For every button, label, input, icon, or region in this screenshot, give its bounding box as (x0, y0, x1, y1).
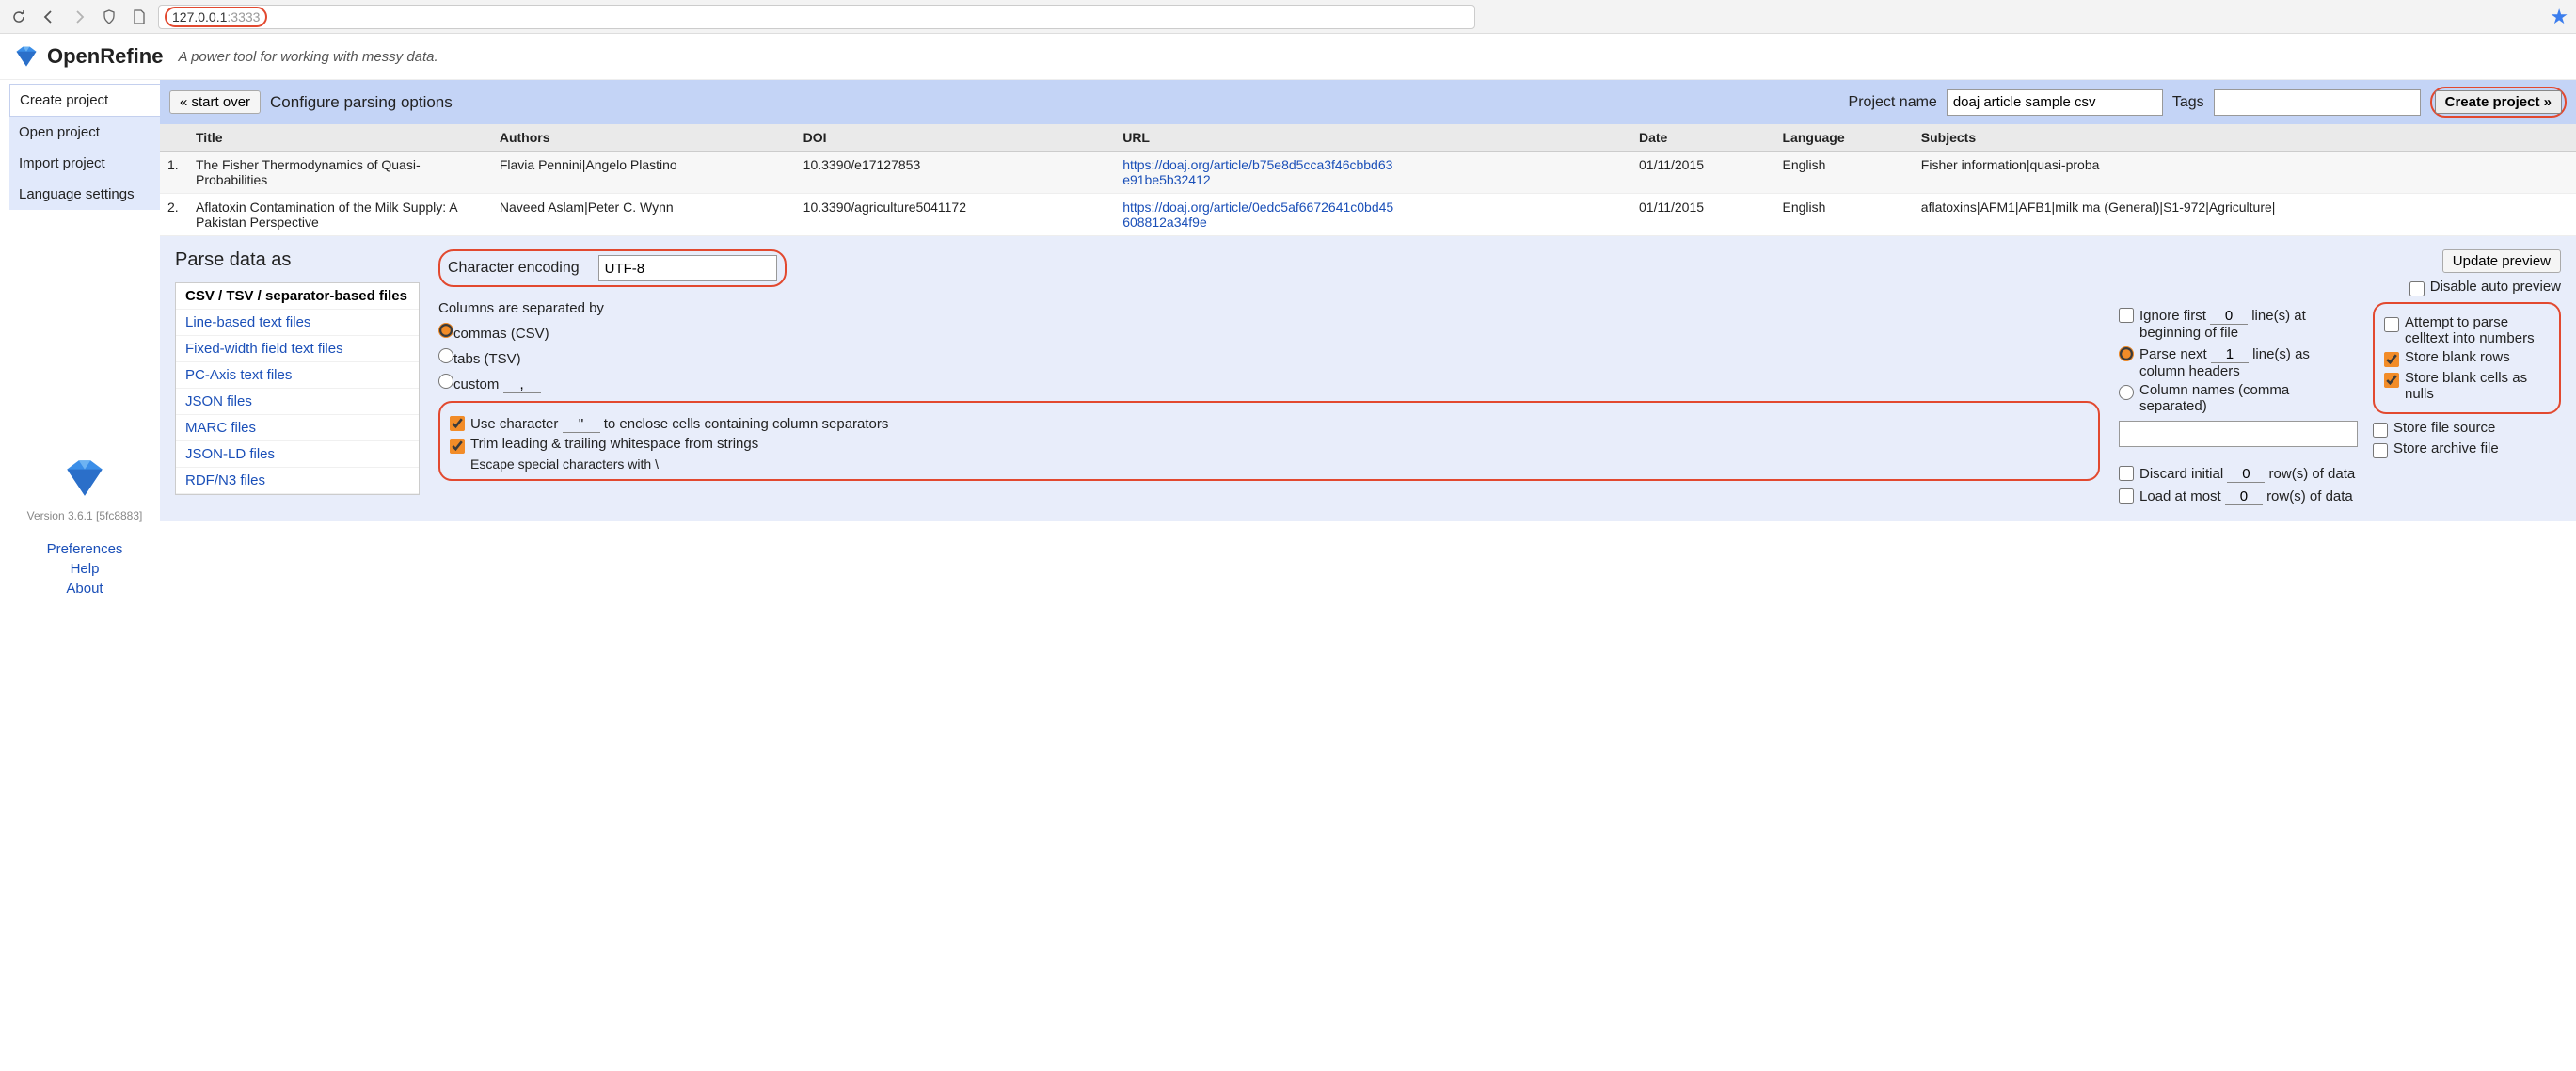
format-marc[interactable]: MARC files (176, 415, 419, 441)
format-list: CSV / TSV / separator-based files Line-b… (175, 282, 420, 495)
tags-input[interactable] (2214, 89, 2421, 116)
radio-tabs[interactable] (438, 348, 453, 363)
format-json[interactable]: JSON files (176, 389, 419, 415)
encoding-input[interactable] (598, 255, 777, 281)
link-about[interactable]: About (9, 581, 160, 597)
separator-label: Columns are separated by (438, 300, 2100, 316)
col-authors: Authors (492, 124, 796, 152)
check-enclose[interactable] (450, 416, 465, 431)
url-host: 127.0.0.1 (172, 9, 227, 24)
check-attempt-parse[interactable] (2384, 317, 2399, 332)
url-port: :3333 (227, 9, 260, 24)
load-input[interactable] (2225, 488, 2263, 505)
update-preview-button[interactable]: Update preview (2442, 249, 2561, 273)
col-language: Language (1775, 124, 1914, 152)
radio-parse-next[interactable] (2119, 346, 2134, 361)
url-bar[interactable]: 127.0.0.1:3333 (158, 5, 1475, 29)
discard-input[interactable] (2227, 466, 2265, 483)
format-csv[interactable]: CSV / TSV / separator-based files (176, 283, 419, 310)
project-name-input[interactable] (1947, 89, 2163, 116)
preview-table: Title Authors DOI URL Date Language Subj… (160, 124, 2576, 236)
link-preferences[interactable]: Preferences (9, 541, 160, 557)
app-logo: OpenRefine (13, 43, 163, 70)
link-help[interactable]: Help (9, 561, 160, 577)
page-icon (128, 6, 151, 28)
col-title: Title (188, 124, 492, 152)
col-date: Date (1631, 124, 1775, 152)
col-subjects: Subjects (1914, 124, 2576, 152)
check-disable-auto[interactable] (2409, 281, 2425, 296)
ignore-first-input[interactable] (2210, 308, 2248, 325)
back-icon[interactable] (38, 6, 60, 28)
format-line[interactable]: Line-based text files (176, 310, 419, 336)
check-store-file-source[interactable] (2373, 423, 2388, 438)
url-link[interactable]: https://doaj.org/article/0edc5af6672641c… (1122, 200, 1395, 230)
radio-col-names[interactable] (2119, 385, 2134, 400)
sidebar-tab-open-project[interactable]: Open project (9, 117, 160, 148)
tags-label: Tags (2172, 94, 2204, 111)
version-text: Version 3.6.1 [5fc8883] (9, 509, 160, 522)
col-names-input[interactable] (2119, 421, 2358, 447)
check-store-blank-rows[interactable] (2384, 352, 2399, 367)
enclose-char-input[interactable] (563, 416, 600, 433)
custom-sep-input[interactable] (503, 376, 541, 393)
check-load-at-most[interactable] (2119, 488, 2134, 504)
reload-icon[interactable] (8, 6, 30, 28)
check-store-blank-cells[interactable] (2384, 373, 2399, 388)
sidebar-tab-language-settings[interactable]: Language settings (9, 179, 160, 210)
url-link[interactable]: https://doaj.org/article/b75e8d5cca3f46c… (1122, 157, 1395, 187)
project-name-label: Project name (1849, 94, 1937, 111)
check-discard[interactable] (2119, 466, 2134, 481)
sidebar-tab-create-project[interactable]: Create project (9, 84, 160, 117)
format-pcaxis[interactable]: PC-Axis text files (176, 362, 419, 389)
forward-icon[interactable] (68, 6, 90, 28)
format-jsonld[interactable]: JSON-LD files (176, 441, 419, 468)
col-url: URL (1115, 124, 1631, 152)
format-rdf[interactable]: RDF/N3 files (176, 468, 419, 494)
start-over-button[interactable]: « start over (169, 90, 261, 114)
col-doi: DOI (796, 124, 1116, 152)
table-row: 2. Aflatoxin Contamination of the Milk S… (160, 194, 2576, 236)
toolbar-title: Configure parsing options (270, 93, 453, 112)
check-ignore-first[interactable] (2119, 308, 2134, 323)
radio-custom[interactable] (438, 374, 453, 389)
sidebar-tab-import-project[interactable]: Import project (9, 148, 160, 179)
radio-commas[interactable] (438, 323, 453, 338)
create-project-button[interactable]: Create project » (2435, 90, 2562, 114)
diamond-icon (13, 43, 40, 70)
shield-icon[interactable] (98, 6, 120, 28)
parse-heading: Parse data as (175, 249, 420, 271)
encoding-label: Character encoding (448, 260, 598, 277)
parse-next-input[interactable] (2211, 346, 2249, 363)
app-title: OpenRefine (47, 44, 163, 69)
escape-text: Escape special characters with \ (470, 456, 2089, 472)
check-trim[interactable] (450, 439, 465, 454)
check-store-archive[interactable] (2373, 443, 2388, 458)
format-fixed[interactable]: Fixed-width field text files (176, 336, 419, 362)
diamond-icon (61, 455, 108, 502)
bookmark-star-icon[interactable]: ★ (2550, 5, 2568, 29)
table-row: 1. The Fisher Thermodynamics of Quasi-Pr… (160, 152, 2576, 194)
app-tagline: A power tool for working with messy data… (178, 49, 437, 65)
